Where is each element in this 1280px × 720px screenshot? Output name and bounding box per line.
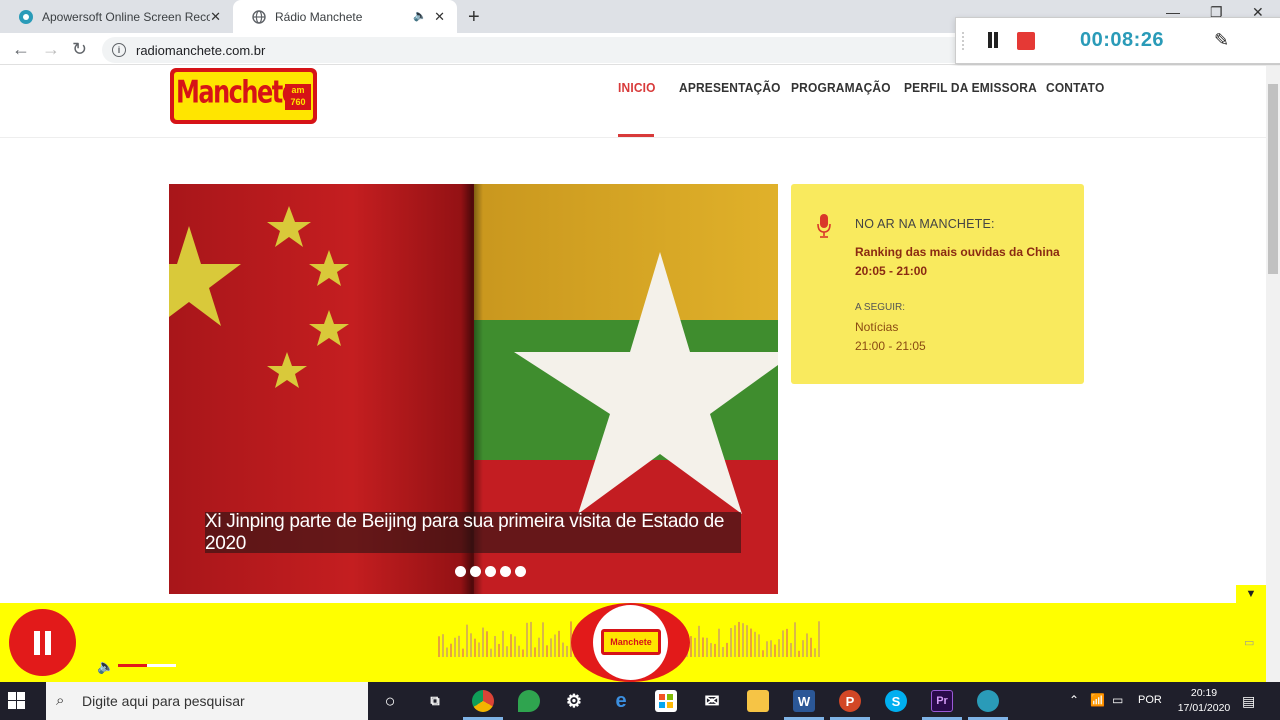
slider-dot[interactable]: [470, 566, 481, 577]
news-slider[interactable]: Xi Jinping parte de Beijing para sua pri…: [169, 184, 778, 594]
slider-dot[interactable]: [485, 566, 496, 577]
tab-radio-manchete[interactable]: Rádio Manchete 🔈 ✕: [233, 0, 457, 33]
cortana-icon[interactable]: ○: [379, 690, 401, 712]
tab-apowersoft[interactable]: Apowersoft Online Screen Recor ✕: [0, 0, 233, 33]
url-text: radiomanchete.com.br: [136, 42, 266, 58]
task-view-icon[interactable]: ⧉: [424, 690, 446, 712]
slide-caption[interactable]: Xi Jinping parte de Beijing para sua pri…: [205, 511, 741, 554]
logo-am-badge: am 760: [285, 84, 311, 110]
close-icon[interactable]: ✕: [210, 9, 221, 25]
info-icon[interactable]: i: [112, 43, 126, 57]
mail-icon[interactable]: ✉: [701, 690, 723, 712]
search-placeholder: Digite aqui para pesquisar: [82, 693, 245, 709]
reload-icon[interactable]: ↻: [72, 39, 87, 60]
battery-icon[interactable]: ▭: [1112, 693, 1123, 707]
nav-perfil-da-emissora[interactable]: PERFIL DA EMISSORA: [904, 80, 1037, 95]
clock[interactable]: 20:19 17/01/2020: [1176, 686, 1232, 716]
site-header: Manchete am 760 INICIO APRESENTAÇÃO PROGR…: [0, 66, 1266, 138]
slider-dot[interactable]: [500, 566, 511, 577]
next-show-time: 21:00 - 21:05: [855, 339, 926, 353]
page-scrollbar[interactable]: [1266, 66, 1280, 682]
pause-recording-button[interactable]: [986, 32, 1000, 50]
close-icon[interactable]: ✕: [434, 9, 445, 25]
powerpoint-icon[interactable]: P: [839, 690, 861, 712]
edge-icon[interactable]: e: [610, 690, 632, 712]
nav-programacao[interactable]: PROGRAMAÇÃO: [791, 80, 891, 95]
drag-handle-icon[interactable]: [962, 32, 966, 50]
network-icon[interactable]: 📶: [1090, 693, 1105, 707]
back-icon[interactable]: ←: [12, 39, 30, 60]
nav-inicio[interactable]: INICIO: [618, 80, 656, 95]
word-icon[interactable]: W: [793, 690, 815, 712]
windows-start-icon[interactable]: [8, 692, 26, 710]
slider-pagination: [455, 566, 526, 577]
premiere-icon[interactable]: Pr: [931, 690, 953, 712]
settings-icon[interactable]: ⚙: [563, 690, 585, 712]
microphone-icon: [817, 214, 831, 238]
volume-icon[interactable]: 🔈: [97, 658, 114, 675]
clock-time: 20:19: [1190, 687, 1218, 699]
radio-player-bar: 🔈 Manchete: [0, 603, 1266, 682]
collapse-player-icon[interactable]: ▼: [1236, 585, 1266, 603]
maps-icon[interactable]: [518, 690, 540, 712]
speaker-icon[interactable]: 🔈: [413, 9, 427, 22]
forward-icon[interactable]: →: [42, 39, 60, 60]
chrome-icon[interactable]: [472, 690, 494, 712]
logo-name: Manchete: [176, 73, 298, 111]
globe-icon: [251, 9, 267, 25]
nav-apresentacao[interactable]: APRESENTAÇÃO: [679, 80, 781, 95]
stop-recording-button[interactable]: [1017, 32, 1035, 50]
taskbar-search[interactable]: ⌕ Digite aqui para pesquisar: [46, 682, 368, 720]
tab-title: Rádio Manchete: [275, 9, 363, 24]
chevron-up-icon[interactable]: ⌃: [1069, 693, 1079, 707]
search-icon: ⌕: [56, 692, 65, 709]
active-nav-indicator: [618, 134, 654, 137]
recorder-icon: [18, 9, 34, 25]
next-label: A SEGUIR:: [855, 302, 906, 313]
notifications-icon[interactable]: ▤: [1242, 693, 1255, 710]
explorer-icon[interactable]: [747, 690, 769, 712]
skype-icon[interactable]: S: [885, 690, 907, 712]
volume-slider[interactable]: [118, 664, 176, 667]
screen-recorder-widget: 00:08:26 ✎: [955, 17, 1280, 64]
on-air-card: NO AR NA MANCHETE: Ranking das mais ouvi…: [791, 184, 1084, 384]
player-logo-text: Manchete: [604, 632, 658, 652]
current-show: Ranking das mais ouvidas da China: [855, 245, 1060, 259]
nav-contato[interactable]: CONTATO: [1046, 80, 1104, 95]
tab-title: Apowersoft Online Screen Recor: [42, 9, 210, 24]
player-logo: Manchete: [571, 603, 690, 682]
slider-dot[interactable]: [455, 566, 466, 577]
recording-timer: 00:08:26: [1080, 29, 1165, 51]
site-logo[interactable]: Manchete am 760: [170, 68, 317, 124]
pen-icon[interactable]: ✎: [1214, 30, 1229, 51]
windows-taskbar: ⌕ Digite aqui para pesquisar ○ ⧉ ⚙ e ✉ W…: [0, 682, 1280, 720]
pause-button[interactable]: [9, 609, 76, 676]
store-icon[interactable]: [655, 690, 677, 712]
slider-dot[interactable]: [515, 566, 526, 577]
current-show-time: 20:05 - 21:00: [855, 264, 928, 278]
volume-level: [118, 664, 147, 667]
new-tab-icon[interactable]: +: [468, 6, 480, 29]
scroll-thumb[interactable]: [1268, 84, 1278, 274]
on-air-heading: NO AR NA MANCHETE:: [855, 217, 995, 231]
language-indicator[interactable]: POR: [1138, 694, 1162, 706]
next-show: Notícias: [855, 320, 899, 334]
window-icon[interactable]: ▭: [1244, 636, 1254, 649]
clock-date: 17/01/2020: [1177, 702, 1231, 714]
recorder-icon[interactable]: [977, 690, 999, 712]
